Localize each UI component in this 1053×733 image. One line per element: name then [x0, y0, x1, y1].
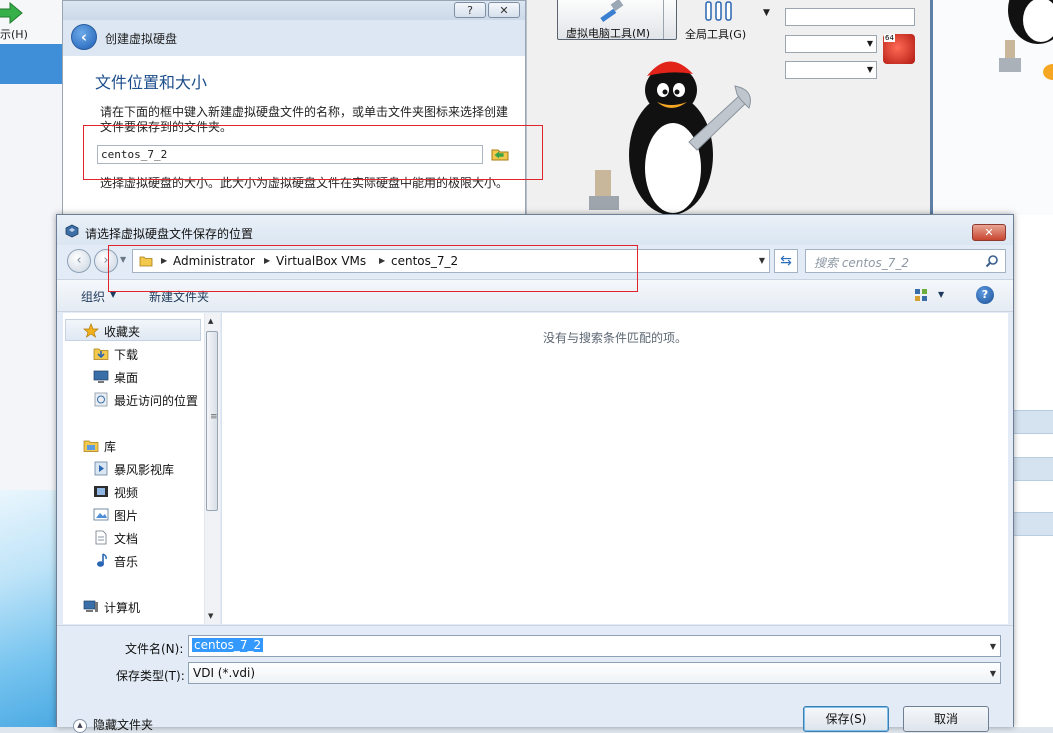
refresh-button[interactable]: ⇆: [774, 249, 798, 273]
chevron-down-icon[interactable]: ▼: [763, 8, 770, 18]
close-button[interactable]: ✕: [972, 224, 1006, 241]
save-button[interactable]: 保存(S): [803, 706, 889, 732]
filetype-select[interactable]: VDI (*.vdi) ▼: [188, 662, 1001, 684]
view-options-icon[interactable]: [914, 288, 928, 302]
hide-folders-toggle[interactable]: ▲ 隐藏文件夹: [73, 716, 153, 733]
chevron-down-icon[interactable]: ▼: [990, 642, 996, 651]
background-left-panel: 示(H): [0, 0, 62, 727]
wizard-titlebar: ? ✕: [63, 1, 525, 20]
selected-vm-row[interactable]: [0, 44, 62, 84]
vm-version-select[interactable]: ▼: [785, 61, 877, 79]
scroll-down-icon[interactable]: ▼: [208, 612, 213, 620]
nav-item-label: 下载: [114, 348, 139, 362]
nav-item-label: 计算机: [104, 601, 141, 615]
filetype-value: VDI (*.vdi): [193, 666, 256, 680]
virtualbox-main-window: 虚拟电脑工具(M) 全局工具(G) ▼ ▼ ▼ 64: [526, 0, 1053, 215]
chevron-down-icon[interactable]: ▼: [759, 256, 765, 265]
recent-places-icon: [94, 392, 108, 407]
computer-icon: [83, 600, 98, 612]
nav-item-label: 视频: [114, 486, 139, 500]
wizard-title: 创建虚拟硬盘: [105, 32, 178, 46]
nav-item-label: 收藏夹: [104, 325, 141, 339]
grip-icon: ≡: [210, 412, 218, 422]
wizard-header: ‹ 创建虚拟硬盘: [63, 20, 525, 56]
downloads-folder-icon: [93, 348, 109, 360]
desktop-icon: [93, 370, 109, 383]
nav-item-label: 最近访问的位置: [114, 394, 199, 408]
cancel-button[interactable]: 取消: [903, 706, 989, 732]
filename-input[interactable]: centos_7_2 ▼: [188, 635, 1001, 657]
dialog-footer: 文件名(N): centos_7_2 ▼ 保存类型(T): VDI (*.vdi…: [57, 625, 1013, 733]
wizard-help-button[interactable]: ?: [454, 2, 486, 18]
hammer-icon: [600, 0, 624, 23]
scrollbar-thumb[interactable]: ≡: [206, 331, 218, 511]
os-type-icon: 64: [883, 34, 915, 64]
organize-button[interactable]: 组织: [81, 288, 105, 305]
star-icon: [83, 323, 99, 338]
filename-label: 文件名(N):: [125, 642, 184, 656]
picture-icon: [93, 508, 109, 521]
desktop-wallpaper: [0, 490, 62, 727]
global-tools-icon: [705, 1, 732, 21]
file-list-pane[interactable]: 没有与搜索条件匹配的项。: [221, 313, 1008, 624]
search-input[interactable]: 搜索 centos_7_2: [805, 249, 1006, 273]
search-icon[interactable]: [985, 254, 999, 268]
os-64-badge: 64: [884, 34, 895, 42]
filetype-label: 保存类型(T):: [116, 669, 185, 683]
nav-item-label: 文档: [114, 532, 139, 546]
film-icon: [94, 486, 108, 497]
hide-folders-label: 隐藏文件夹: [93, 718, 154, 732]
vm-tools-button[interactable]: 虚拟电脑工具(M): [557, 0, 677, 40]
back-arrow-icon[interactable]: ‹: [71, 24, 97, 50]
vbox-right-panel: [933, 0, 1053, 215]
dialog-titlebar: 请选择虚拟硬盘文件保存的位置 ✕: [57, 215, 1013, 245]
filename-value[interactable]: centos_7_2: [192, 638, 264, 652]
global-tools-label[interactable]: 全局工具(G): [685, 26, 746, 42]
left-toolbar: 示(H): [0, 0, 62, 45]
list-item[interactable]: [1014, 512, 1053, 536]
libraries-icon: [83, 440, 99, 452]
create-disk-wizard: ? ✕ ‹ 创建虚拟硬盘 文件位置和大小 请在下面的框中键入新建虚拟硬盘文件的名…: [62, 0, 526, 215]
left-toolbar-label[interactable]: 示(H): [0, 26, 28, 42]
chevron-down-icon[interactable]: ▼: [938, 290, 944, 299]
dialog-title: 请选择虚拟硬盘文件保存的位置: [85, 227, 254, 241]
help-icon[interactable]: ?: [976, 286, 994, 304]
list-item[interactable]: [1014, 410, 1053, 434]
video-library-icon: [94, 461, 108, 476]
background-list-edge: [1014, 215, 1053, 727]
nav-item-label: 暴风影视库: [114, 463, 175, 477]
scroll-up-icon[interactable]: ▲: [208, 317, 213, 325]
list-item[interactable]: [1014, 457, 1053, 481]
music-note-icon: [97, 553, 107, 567]
nav-item-label: 图片: [114, 509, 139, 523]
nav-item-label: 桌面: [114, 371, 139, 385]
annotation-highlight-box: [108, 245, 638, 292]
vm-tools-dropdown[interactable]: [663, 0, 676, 39]
green-arrow-icon: [0, 2, 23, 24]
search-placeholder: 搜索 centos_7_2: [814, 256, 909, 270]
navigation-pane: 收藏夹 下载 桌面 最近访问的位置 库 暴风影视库 视频 图片 文档 音乐 计算…: [63, 313, 219, 624]
nav-item-label: 音乐: [114, 555, 139, 569]
nav-item-label: 库: [104, 440, 117, 454]
chevron-up-icon: ▲: [73, 718, 87, 733]
penguin-mascot-icon: [589, 61, 751, 215]
document-icon: [95, 530, 107, 545]
annotation-highlight-box: [83, 125, 543, 180]
navigation-scrollbar[interactable]: ▲ ≡ ▼: [204, 313, 220, 624]
penguin-mascot-icon: [999, 0, 1053, 80]
wizard-close-button[interactable]: ✕: [488, 2, 520, 18]
vm-type-select[interactable]: ▼: [785, 35, 877, 53]
wizard-heading: 文件位置和大小: [95, 73, 208, 92]
vm-name-field[interactable]: [785, 8, 915, 26]
virtualbox-icon: [65, 224, 79, 238]
back-button[interactable]: ‹: [67, 249, 91, 273]
chevron-down-icon[interactable]: ▼: [990, 669, 996, 678]
empty-results-message: 没有与搜索条件匹配的项。: [542, 331, 687, 345]
vm-tools-label: 虚拟电脑工具(M): [566, 27, 651, 40]
